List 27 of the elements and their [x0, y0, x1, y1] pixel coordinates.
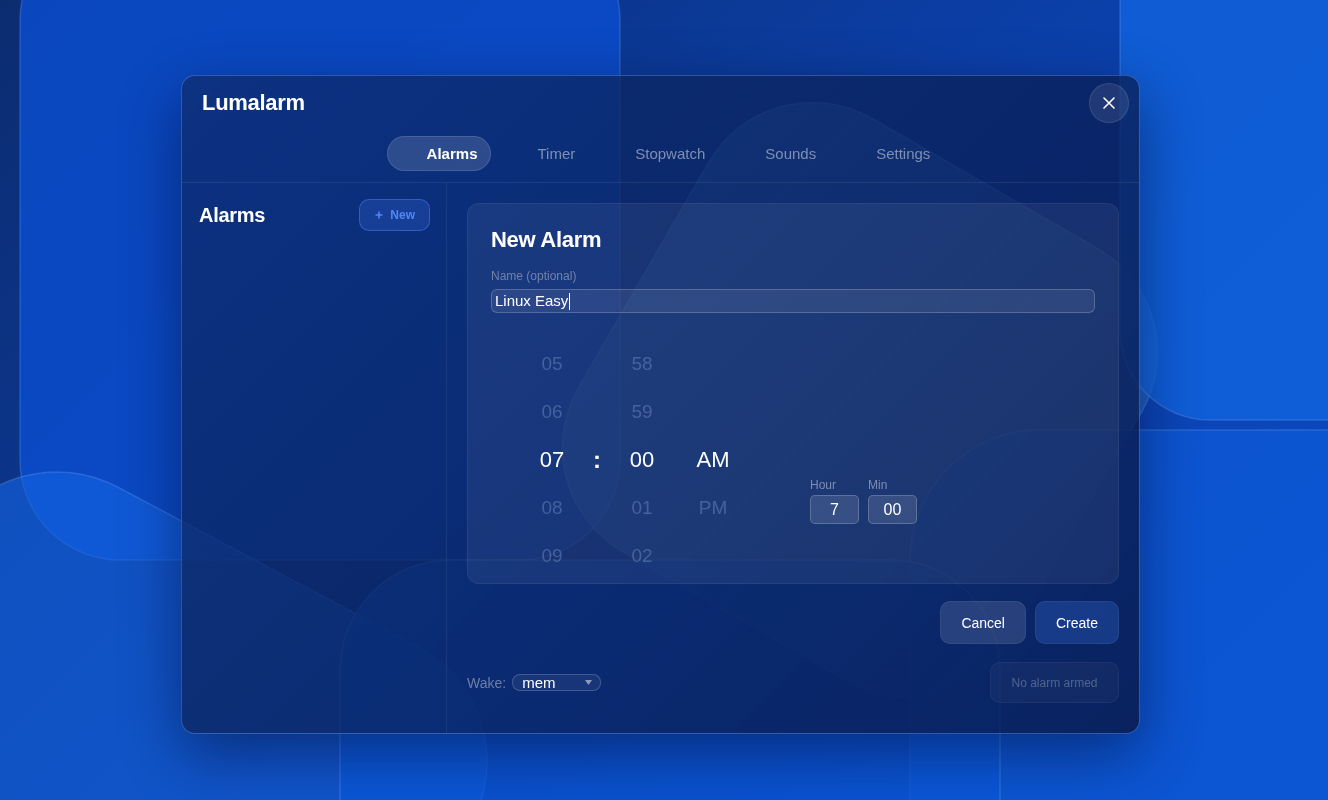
tab[interactable]: Sounds [751, 136, 831, 171]
create-button[interactable]: Create [1034, 601, 1119, 644]
plus-icon [375, 211, 384, 219]
editor-title: New Alarm [491, 227, 603, 253]
new-alarm-button[interactable]: New [359, 199, 430, 231]
number-field[interactable]: 00 [868, 495, 917, 524]
name-field[interactable]: Linux Easy [491, 289, 1095, 313]
tab[interactable]: Alarms [386, 136, 492, 171]
field-label: Name (optional) [491, 269, 578, 284]
period-option[interactable]: AM [683, 436, 743, 484]
tab[interactable]: Stopwatch [621, 136, 720, 171]
caret-icon [585, 680, 593, 685]
time-separator: : [593, 446, 601, 473]
close-button[interactable] [1089, 83, 1129, 123]
sidebar-title: Alarms [199, 203, 265, 227]
tab[interactable]: Timer [523, 136, 590, 171]
close-icon [1103, 97, 1115, 109]
cancel-button[interactable]: Cancel [940, 601, 1026, 644]
window-title: Lumalarm [202, 90, 305, 116]
hour-option[interactable]: 07 [522, 436, 582, 484]
field-label: Min [868, 478, 888, 492]
wake-select[interactable]: mem [512, 674, 602, 691]
field-label: Hour [810, 478, 836, 492]
tab[interactable]: Settings [862, 136, 945, 171]
number-field[interactable]: 7 [810, 495, 859, 524]
wake-label: Wake: [467, 674, 507, 691]
minute-option[interactable]: 00 [612, 436, 672, 484]
